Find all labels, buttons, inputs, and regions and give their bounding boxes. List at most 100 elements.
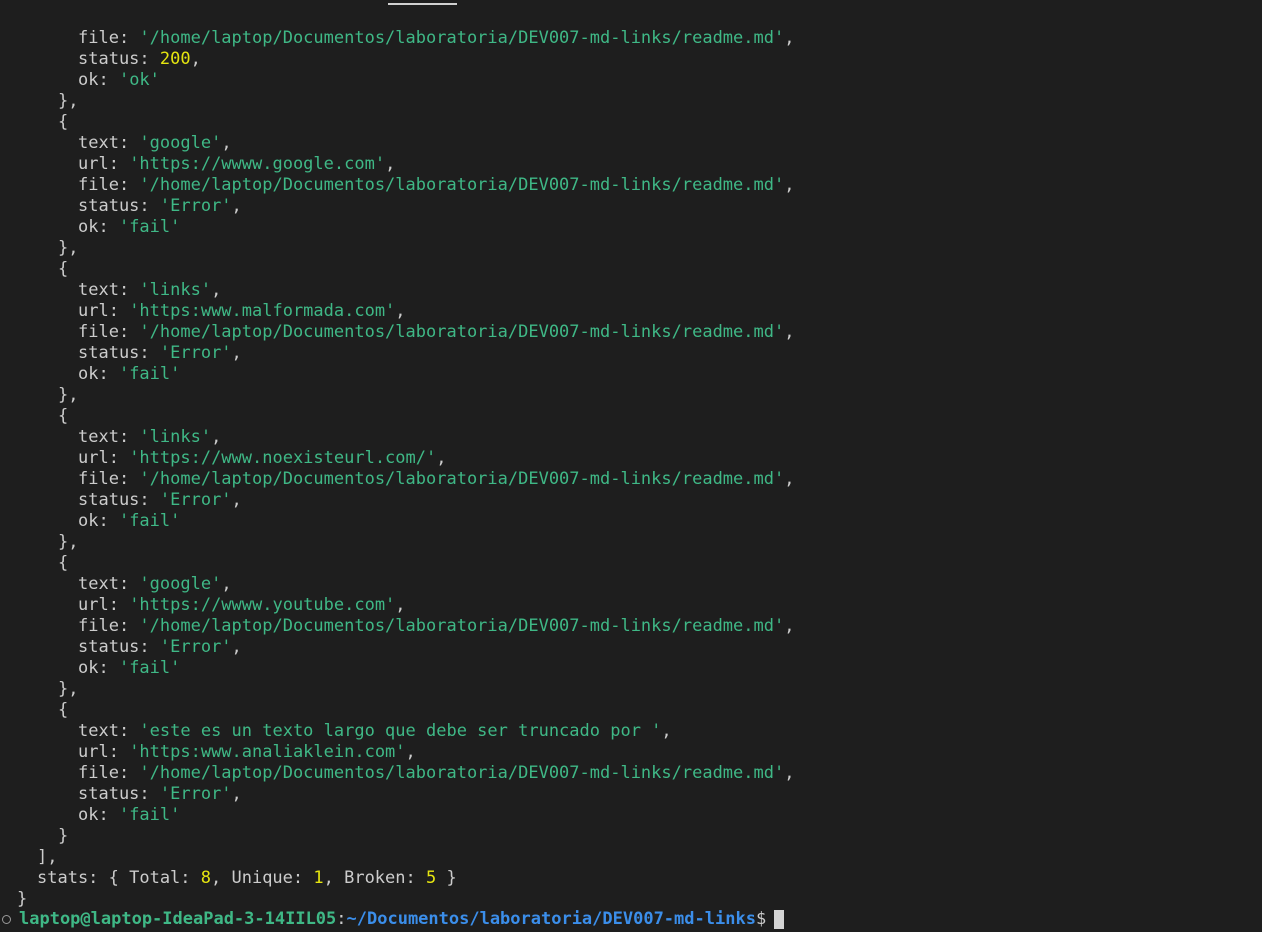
entry-key: ok:: [78, 364, 119, 384]
entry-text-value: 'links': [139, 280, 212, 300]
file-value: '/home/laptop/Documentos/laboratoria/DEV…: [139, 28, 785, 48]
entry-status-line: status: 'Error',: [78, 637, 242, 657]
entry-open-brace: {: [58, 406, 69, 426]
entry-key: text:: [78, 574, 140, 594]
text-cursor[interactable]: [774, 910, 785, 929]
entry-close-brace: },: [58, 532, 79, 552]
entry-key: status:: [78, 637, 160, 657]
entry-close-brace: },: [58, 679, 79, 699]
entry-text-line: text: 'links',: [78, 280, 222, 300]
entry-key: file:: [78, 322, 140, 342]
entry-file-value: '/home/laptop/Documentos/laboratoria/DEV…: [139, 469, 785, 489]
output-line: }: [17, 889, 28, 909]
entry-file-value: '/home/laptop/Documentos/laboratoria/DEV…: [139, 322, 785, 342]
entry-key: ok:: [78, 658, 119, 678]
entry-key: file:: [78, 763, 140, 783]
entry-status-value: 'Error': [159, 637, 232, 657]
entry-ok-line: ok: 'fail': [17, 364, 1262, 385]
entry-key: status:: [78, 784, 160, 804]
prompt-colon: :: [336, 909, 347, 929]
entry-key: text:: [78, 133, 140, 153]
entry-key: text:: [78, 721, 140, 741]
status-value: 200: [159, 49, 191, 69]
entry-url-value: 'https:www.malformada.com': [129, 301, 396, 321]
entry-key: ok:: [78, 511, 119, 531]
output-line: status: 200,: [78, 49, 201, 69]
entry-file-value: '/home/laptop/Documentos/laboratoria/DEV…: [139, 763, 785, 783]
output-line: ok: 'ok': [78, 70, 160, 90]
entry-file-line: file: '/home/laptop/Documentos/laborator…: [78, 175, 795, 195]
entry-url-value: 'https://wwww.google.com': [129, 154, 386, 174]
prompt-path: ~/Documentos/laboratoria/DEV007-md-links: [346, 909, 756, 929]
entry-status-value: 'Error': [159, 343, 232, 363]
entry-text-value: 'este es un texto largo que debe ser tru…: [139, 721, 662, 741]
stats-line: stats: { Total: 8, Unique: 1, Broken: 5 …: [37, 868, 457, 888]
output-line: file: '/home/laptop/Documentos/laborator…: [78, 28, 795, 48]
entry-status-value: 'Error': [159, 196, 232, 216]
entry-open-brace: {: [58, 553, 69, 573]
entries-list: {text: 'google', url: 'https://wwww.googl…: [17, 112, 1262, 847]
entry-key: file:: [78, 175, 140, 195]
entry-ok-line: ok: 'fail': [17, 658, 1262, 679]
entry-url-line: url: 'https:www.analiaklein.com',: [78, 742, 416, 762]
prompt-status-icon: [2, 915, 11, 924]
entry-ok-value: 'fail': [118, 364, 181, 384]
entry-key: url:: [78, 301, 130, 321]
stats-unique: 1: [313, 868, 324, 888]
entry-status-line: status: 'Error',: [78, 784, 242, 804]
entry-text-line: text: 'links',: [78, 427, 222, 447]
entry-file-line: file: '/home/laptop/Documentos/laborator…: [78, 322, 795, 342]
entry-ok-value: 'fail': [118, 511, 181, 531]
entry-key: text:: [78, 427, 140, 447]
entry-key: url:: [78, 742, 130, 762]
entry-url-value: 'https:www.analiaklein.com': [129, 742, 406, 762]
entry-ok-value: 'fail': [118, 217, 181, 237]
terminal-output: file: '/home/laptop/Documentos/laborator…: [17, 28, 1262, 910]
tab-indicator: [388, 3, 457, 5]
entry-status-line: status: 'Error',: [78, 343, 242, 363]
entry-close-brace: },: [58, 238, 79, 258]
entry-url-value: 'https://wwww.youtube.com': [129, 595, 396, 615]
entry-ok-line: ok: 'fail': [17, 217, 1262, 238]
entry-url-line: url: 'https://www.noexisteurl.com/',: [78, 448, 447, 468]
entry-ok-line: ok: 'fail': [17, 805, 1262, 826]
entry-key: ok:: [78, 217, 119, 237]
entry-text-line: text: 'este es un texto largo que debe s…: [78, 721, 672, 741]
entry-url-value: 'https://www.noexisteurl.com/': [129, 448, 437, 468]
entry-open-brace: {: [58, 700, 69, 720]
entry-status-value: 'Error': [159, 490, 232, 510]
entry-text-line: text: 'google',: [78, 574, 232, 594]
entry-key: url:: [78, 154, 130, 174]
entry-file-line: file: '/home/laptop/Documentos/laborator…: [78, 469, 795, 489]
entry-key: url:: [78, 448, 130, 468]
entry-url-line: url: 'https://wwww.google.com',: [78, 154, 396, 174]
entry-ok-value: 'fail': [118, 658, 181, 678]
entry-ok-value: 'fail': [118, 805, 181, 825]
entry-text-line: text: 'google',: [78, 133, 232, 153]
entry-url-line: url: 'https:www.malformada.com',: [78, 301, 406, 321]
entry-key: status:: [78, 196, 160, 216]
entry-file-value: '/home/laptop/Documentos/laboratoria/DEV…: [139, 175, 785, 195]
entry-url-line: url: 'https://wwww.youtube.com',: [78, 595, 406, 615]
ok-value: 'ok': [118, 70, 160, 90]
output-line: ],: [37, 847, 58, 867]
entry-close-brace: }: [58, 826, 69, 846]
entry-text-value: 'google': [139, 574, 222, 594]
entry-file-value: '/home/laptop/Documentos/laboratoria/DEV…: [139, 616, 785, 636]
entry-key: ok:: [78, 805, 119, 825]
entry-file-line: file: '/home/laptop/Documentos/laborator…: [78, 763, 795, 783]
entry-open-brace: {: [58, 112, 69, 132]
entry-key: file:: [78, 616, 140, 636]
entry-text-value: 'google': [139, 133, 222, 153]
shell-prompt[interactable]: laptop@laptop-IdeaPad-3-14IIL05: ~/Docume…: [0, 909, 785, 930]
entry-ok-line: ok: 'fail': [17, 511, 1262, 532]
entry-status-line: status: 'Error',: [78, 196, 242, 216]
entry-open-brace: {: [58, 259, 69, 279]
entry-text-value: 'links': [139, 427, 212, 447]
entry-status-line: status: 'Error',: [78, 490, 242, 510]
stats-total: 8: [200, 868, 212, 888]
output-line: },: [58, 91, 79, 111]
terminal-window[interactable]: file: '/home/laptop/Documentos/laborator…: [0, 0, 1262, 932]
prompt-user-host: laptop@laptop-IdeaPad-3-14IIL05: [19, 909, 337, 929]
entry-close-brace: },: [58, 385, 79, 405]
